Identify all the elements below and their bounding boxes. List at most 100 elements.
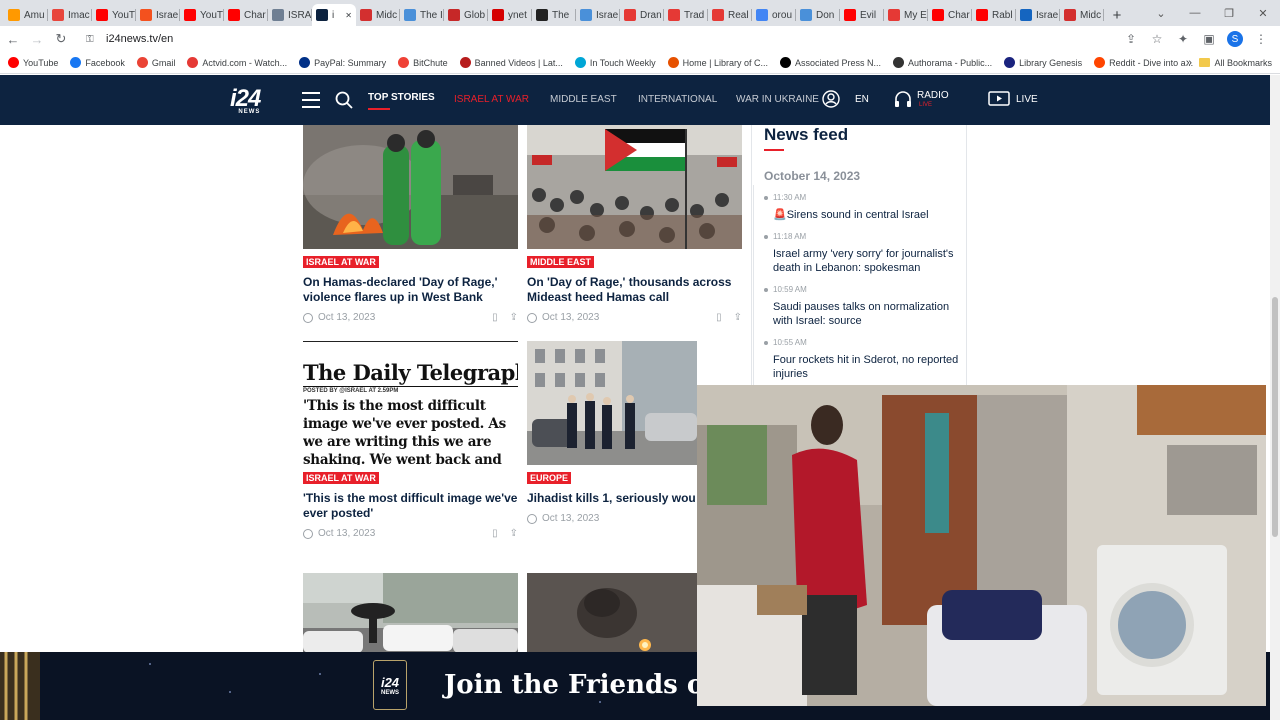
restore-button[interactable]: ❐ <box>1212 0 1246 26</box>
minimize-button[interactable]: — <box>1178 0 1212 26</box>
bookmark-item[interactable]: Authorama - Public... <box>893 57 992 68</box>
back-button[interactable]: ← <box>2 28 24 50</box>
browser-tab[interactable]: Israe <box>576 4 620 26</box>
article-image[interactable]: The Daily Telegraph POSTED BY @ISRAEL AT… <box>303 341 518 465</box>
browser-tab[interactable]: orou <box>752 4 796 26</box>
article-title[interactable]: On 'Day of Rage,' thousands across Midea… <box>527 275 742 305</box>
browser-tab[interactable]: My E <box>884 4 928 26</box>
bookmark-item[interactable]: Gmail <box>136 57 175 68</box>
tv-icon[interactable] <box>988 90 1010 108</box>
browser-tab[interactable]: Evil <box>840 4 884 26</box>
close-window-button[interactable]: ✕ <box>1246 0 1280 26</box>
bookmark-item[interactable]: In Touch Weekly <box>574 57 656 68</box>
article-card[interactable] <box>303 573 518 653</box>
article-card[interactable]: ISRAEL AT WAR On Hamas-declared 'Day of … <box>303 125 518 323</box>
share-icon[interactable]: ⇪ <box>510 312 518 323</box>
bookmark-item[interactable]: Associated Press N... <box>780 57 881 68</box>
article-image[interactable] <box>303 573 518 653</box>
article-image[interactable] <box>527 573 697 653</box>
share-icon[interactable]: ⇪ <box>510 528 518 539</box>
address-bar[interactable]: ⚿ i24news.tv/en <box>80 28 1120 50</box>
article-image[interactable] <box>303 125 518 249</box>
article-image[interactable] <box>527 125 742 249</box>
bookmark-item[interactable]: Home | Library of C... <box>667 57 768 68</box>
more-menu-icon[interactable]: ⋮ <box>1250 28 1272 50</box>
page-scrollbar[interactable] <box>1270 75 1280 720</box>
radio-label[interactable]: RADIO <box>917 90 949 101</box>
live-label[interactable]: LIVE <box>1016 94 1038 105</box>
nav-middle-east[interactable]: MIDDLE EAST <box>550 94 617 105</box>
close-tab-icon[interactable]: ✕ <box>345 11 352 20</box>
browser-tab[interactable]: Rabl <box>972 4 1016 26</box>
browser-tab[interactable]: Midc <box>1060 4 1104 26</box>
nav-top-stories[interactable]: TOP STORIES <box>368 92 435 110</box>
bookmark-item[interactable]: YouTube <box>8 57 58 68</box>
browser-tab[interactable]: Imac <box>48 4 92 26</box>
search-icon[interactable] <box>335 91 353 109</box>
browser-tab[interactable]: YouT <box>92 4 136 26</box>
profile-button[interactable]: S <box>1224 28 1246 50</box>
browser-tab[interactable]: ynet <box>488 4 532 26</box>
all-bookmarks-button[interactable]: All Bookmarks <box>1199 58 1272 68</box>
bookmark-item[interactable]: Library Genesis <box>1004 57 1082 68</box>
browser-tab[interactable]: The <box>532 4 576 26</box>
article-image[interactable] <box>527 341 697 465</box>
browser-tab[interactable]: The I <box>400 4 444 26</box>
browser-tab[interactable]: ISRA <box>268 4 312 26</box>
share-icon[interactable]: ⇪ <box>734 312 742 323</box>
bookmark-item[interactable]: Facebook <box>70 57 125 68</box>
article-card[interactable]: MIDDLE EAST On 'Day of Rage,' thousands … <box>527 125 742 323</box>
forward-button[interactable]: → <box>26 28 48 50</box>
article-title[interactable]: 'This is the most difficult image we've … <box>303 491 518 521</box>
bookmarks-overflow-icon[interactable]: » <box>1186 57 1192 69</box>
article-card[interactable]: The Daily Telegraph POSTED BY @ISRAEL AT… <box>303 341 518 539</box>
new-tab-button[interactable]: + <box>1104 4 1130 26</box>
category-badge[interactable]: EUROPE <box>527 472 572 484</box>
article-card[interactable]: EUROPE Jihadist kills 1, seriously wou k… <box>527 341 697 524</box>
browser-tab[interactable]: Glob <box>444 4 488 26</box>
browser-tab[interactable]: Don <box>796 4 840 26</box>
browser-tab[interactable]: YouT <box>180 4 224 26</box>
browser-tab[interactable]: Israe <box>136 4 180 26</box>
bookmark-star-icon[interactable]: ☆ <box>1146 28 1168 50</box>
article-card[interactable] <box>527 573 697 653</box>
feed-item[interactable]: 11:18 AM Israel army 'very sorry' for jo… <box>764 232 966 275</box>
nav-israel-at-war[interactable]: ISRAEL AT WAR <box>454 94 529 105</box>
category-badge[interactable]: ISRAEL AT WAR <box>303 472 379 484</box>
bookmark-item[interactable]: Actvid.com - Watch... <box>187 57 287 68</box>
feed-item[interactable]: 11:30 AM 🚨Sirens sound in central Israel <box>764 193 966 222</box>
bookmark-item[interactable]: PayPal: Summary <box>299 57 386 68</box>
category-badge[interactable]: MIDDLE EAST <box>527 256 595 268</box>
bookmark-icon[interactable]: ▯ <box>716 312 722 323</box>
reload-button[interactable]: ↻ <box>50 28 72 50</box>
browser-tab[interactable]: Dran <box>620 4 664 26</box>
browser-tab[interactable]: Midc <box>356 4 400 26</box>
extensions-icon[interactable]: ✦ <box>1172 28 1194 50</box>
bookmark-item[interactable]: Reddit - Dive into a... <box>1094 57 1193 68</box>
share-icon[interactable]: ⇪ <box>1120 28 1142 50</box>
headphones-icon[interactable] <box>893 90 913 108</box>
nav-war-in-ukraine[interactable]: WAR IN UKRAINE <box>736 94 819 105</box>
article-title[interactable]: On Hamas-declared 'Day of Rage,' violenc… <box>303 275 518 305</box>
browser-tab[interactable]: Israe <box>1016 4 1060 26</box>
site-logo[interactable]: i24 NEWS <box>230 85 261 115</box>
menu-icon[interactable] <box>302 92 320 108</box>
language-selector[interactable]: EN <box>855 94 869 105</box>
browser-tab[interactable]: Trad <box>664 4 708 26</box>
browser-tab[interactable]: Char <box>928 4 972 26</box>
nav-international[interactable]: INTERNATIONAL <box>638 94 717 105</box>
user-icon[interactable] <box>822 90 840 108</box>
side-panel-icon[interactable]: ▣ <box>1198 28 1220 50</box>
bookmark-icon[interactable]: ▯ <box>492 312 498 323</box>
browser-tab[interactable]: Amu <box>4 4 48 26</box>
bookmark-item[interactable]: BitChute <box>398 57 448 68</box>
scrollbar-thumb[interactable] <box>1272 297 1278 537</box>
bookmark-item[interactable]: Banned Videos | Lat... <box>459 57 563 68</box>
feed-item[interactable]: 10:59 AM Saudi pauses talks on normaliza… <box>764 285 966 328</box>
feed-item[interactable]: 10:55 AM Four rockets hit in Sderot, no … <box>764 338 966 381</box>
browser-tab[interactable]: i ✕ <box>312 4 356 26</box>
chevron-down-icon[interactable]: ⌄ <box>1144 0 1178 26</box>
bookmark-icon[interactable]: ▯ <box>492 528 498 539</box>
site-info-icon[interactable]: ⚿ <box>86 34 98 45</box>
article-title[interactable]: Jihadist kills 1, seriously wou knife at… <box>527 491 697 506</box>
